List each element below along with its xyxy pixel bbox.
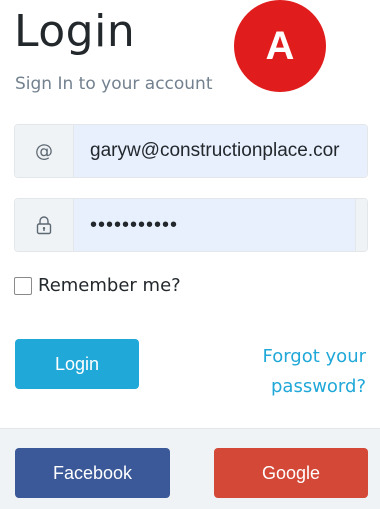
login-button[interactable]: Login	[15, 339, 139, 389]
facebook-button[interactable]: Facebook	[15, 448, 170, 498]
email-input-group: @	[14, 124, 368, 178]
forgot-line-2: password?	[270, 376, 366, 397]
remember-label: Remember me?	[38, 275, 181, 296]
remember-me[interactable]: Remember me?	[14, 275, 181, 296]
eye-icon[interactable]	[355, 199, 367, 251]
email-field[interactable]	[74, 125, 367, 177]
forgot-line-1: Forgot your	[262, 346, 367, 367]
password-input-group	[14, 198, 368, 252]
forgot-password-link[interactable]: Forgot your password?	[263, 342, 367, 402]
badge-letter: A	[265, 23, 295, 68]
google-button[interactable]: Google	[214, 448, 368, 498]
page-title: Login	[14, 6, 136, 57]
remember-checkbox[interactable]	[14, 276, 32, 295]
page-subtitle: Sign In to your account	[15, 74, 213, 94]
lock-icon	[15, 199, 74, 251]
password-field[interactable]	[74, 199, 355, 251]
at-icon: @	[15, 125, 74, 177]
annotation-badge: A	[234, 0, 326, 92]
